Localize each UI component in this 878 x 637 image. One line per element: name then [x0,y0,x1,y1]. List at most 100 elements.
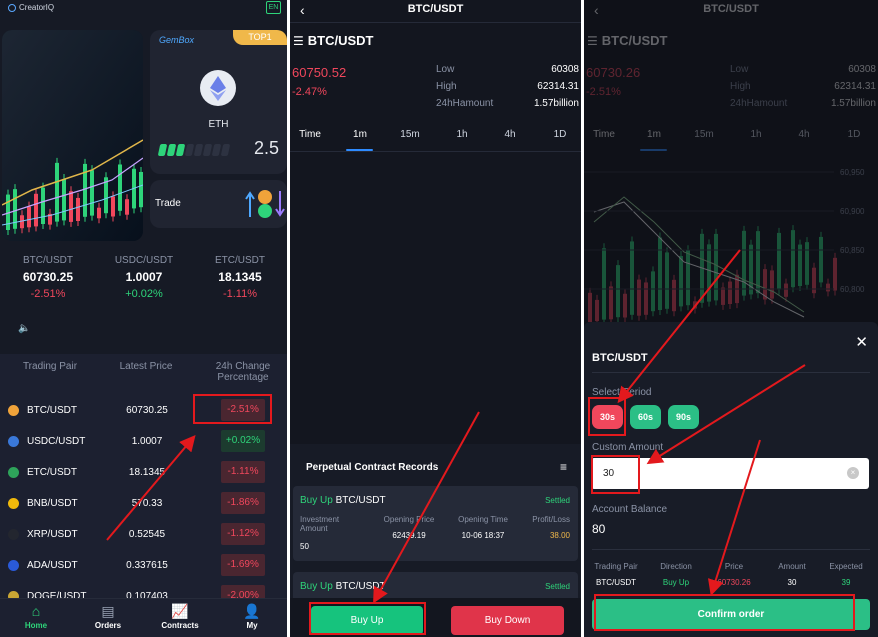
table-row[interactable]: USDC/USDT 1.0007 +0.02% [0,427,287,458]
bitcoin-icon [8,405,19,416]
record-col-amount: Investment Amount [300,515,340,533]
candle-body [27,206,31,228]
row-price: 0.52545 [128,529,166,540]
candle-body [623,293,627,318]
buy-down-button[interactable]: Buy Down [451,606,564,635]
table-row[interactable]: ETC/USDT 18.1345 -1.11% [0,458,287,489]
clear-input-icon[interactable]: × [847,467,859,479]
timeframe-15m[interactable]: 15m [686,129,722,140]
app-logo: CreatorIQ [8,3,54,12]
ticker-item[interactable]: USDC/USDT 1.0007 +0.02% [96,248,192,300]
close-icon[interactable]: ✕ [855,333,868,351]
custom-amount-input[interactable]: 30 × [591,458,869,489]
row-change-badge: +0.02% [221,430,265,452]
row-pair: ETC/USDT [27,467,77,478]
ticker-pair: BTC/USDT [23,255,73,266]
divider [592,549,870,550]
timeframe-4h[interactable]: 4h [786,129,822,140]
tab-home[interactable]: ⌂ Home [0,599,72,630]
trade-card[interactable]: Trade [150,180,287,228]
y-tick-label: 60,850 [840,246,865,255]
record-title: Buy Up BTC/USDT [300,495,386,506]
row-pair: ADA/USDT [27,560,78,571]
table-row[interactable]: ADA/USDT 0.337615 -1.69% [0,551,287,582]
timeframe-1d[interactable]: 1D [836,129,872,140]
candle-body [756,231,760,294]
tab-my[interactable]: 👤 My [216,599,287,630]
ticker-item[interactable]: ETC/USDT 18.1345 -1.11% [192,248,287,300]
list-filter-icon[interactable]: ≡ [560,460,567,474]
divider [592,372,870,373]
timeframe-1m[interactable]: 1m [342,129,378,140]
timeframe-1d[interactable]: 1D [542,129,578,140]
ticker-change: -1.11% [222,288,258,300]
row-price: 570.33 [131,498,163,509]
timeframe-15m[interactable]: 15m [392,129,428,140]
candle-body [686,250,690,306]
candle-body [609,286,613,320]
menu-icon[interactable]: ☰ [587,34,598,48]
ticker-pair: USDC/USDT [114,255,174,266]
timeframe-1h[interactable]: 1h [738,129,774,140]
candle-body [791,230,795,288]
period-chip-90s[interactable]: 90s [668,405,699,429]
high-label: High [730,81,751,92]
price-change: -2.51% [586,86,621,98]
price-change: -2.47% [292,86,327,98]
etc-icon [8,467,19,478]
ticker-change: +0.02% [125,288,163,300]
record-pl: 38.00 [549,531,570,540]
candle-body [651,271,655,312]
table-row[interactable]: BNB/USDT 570.33 -1.86% [0,489,287,520]
tab-contracts[interactable]: 📈 Contracts [144,599,216,630]
divider [290,151,581,152]
ticker-item[interactable]: BTC/USDT 60730.25 -2.51% [0,248,96,300]
home-icon: ⌂ [31,603,41,619]
table-row[interactable]: BTC/USDT 60730.25 -2.51% [0,396,287,427]
period-chip-60s[interactable]: 60s [630,405,661,429]
buy-up-button[interactable]: Buy Up [311,606,423,635]
nav-title: BTC/USDT [407,3,464,15]
record-title: Buy Up BTC/USDT [300,581,386,592]
gembox-card[interactable]: GemBox TOP1 ETH 2.5 [150,30,287,174]
table-row[interactable]: XRP/USDT 0.52545 -1.12% [0,520,287,551]
candle-body [672,279,676,312]
candle-body [784,283,788,297]
speaker-icon[interactable]: 🔈 [18,323,30,334]
y-tick-label: 60,950 [840,168,865,177]
language-button[interactable]: EN [266,1,281,14]
candle-body [637,279,641,316]
col-header-price: Latest Price [119,361,173,372]
record-card[interactable]: Buy Up BTC/USDT Settled Investment Amoun… [293,486,578,561]
summary-value: 60730.26 [717,578,751,587]
candle-body [125,199,129,215]
divider [290,22,581,23]
timeframe-4h[interactable]: 4h [492,129,528,140]
summary-header: Direction [660,562,692,571]
ticker-change: -2.51% [30,288,66,300]
tab-orders[interactable]: ▤ Orders [72,599,144,630]
confirm-order-button[interactable]: Confirm order [592,599,870,630]
record-col-open-time: Opening Time [458,515,508,524]
trade-swap-icon [245,187,285,226]
ticker-pair: ETC/USDT [215,255,265,266]
row-change-badge: -2.51% [221,399,265,421]
period-chip-30s[interactable]: 30s [592,405,623,429]
gembox-title: GemBox [159,35,195,45]
candle-body [693,301,697,309]
candle-body [819,236,823,283]
candle-body [139,171,143,208]
menu-icon[interactable]: ☰ [293,34,304,48]
candle-body [76,197,80,221]
candle-body [805,242,809,285]
timeframe-1m[interactable]: 1m [636,129,672,140]
high-value: 62314.31 [537,81,579,92]
candle-body [595,299,599,322]
candle-body [69,191,73,222]
high-label: High [436,81,457,92]
contracts-icon: 📈 [171,603,189,619]
timeframe-1h[interactable]: 1h [444,129,480,140]
row-change-badge: -1.12% [221,523,265,545]
candle-body [616,265,620,318]
hero-candles-graphic [2,30,143,241]
